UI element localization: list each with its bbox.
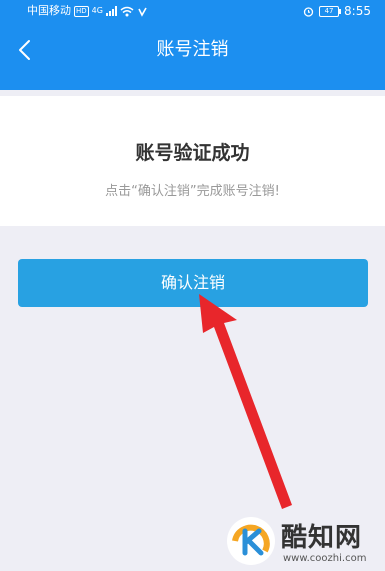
watermark-name: 酷知网 xyxy=(281,523,363,553)
battery-icon: 47 xyxy=(319,5,342,17)
page-title: 账号注销 xyxy=(156,39,229,60)
success-subtitle: 点击“确认注销”完成账号注销! xyxy=(105,184,280,199)
network-type: 4G xyxy=(91,6,103,15)
watermark-logo xyxy=(227,517,275,565)
data-saver-icon xyxy=(138,7,147,17)
watermark-url: www.coozhi.com xyxy=(283,553,367,564)
alarm-icon xyxy=(303,6,314,17)
result-card: 账号验证成功 点击“确认注销”完成账号注销! xyxy=(0,96,385,226)
success-title: 账号验证成功 xyxy=(135,142,250,164)
hd-badge: HD xyxy=(74,5,89,17)
confirm-cancel-account-button[interactable]: 确认注销 xyxy=(18,259,368,307)
status-time: 8:55 xyxy=(344,4,371,18)
wifi-icon xyxy=(120,6,134,16)
status-bar: 中国移动 HD 4G 47 8:55 xyxy=(0,0,385,22)
watermark: 酷知网 www.coozhi.com xyxy=(225,503,385,571)
signal-icon xyxy=(105,6,117,16)
carrier-label: 中国移动 xyxy=(27,4,71,17)
app-header: 中国移动 HD 4G 47 8:55 账号注销 xyxy=(0,0,385,90)
